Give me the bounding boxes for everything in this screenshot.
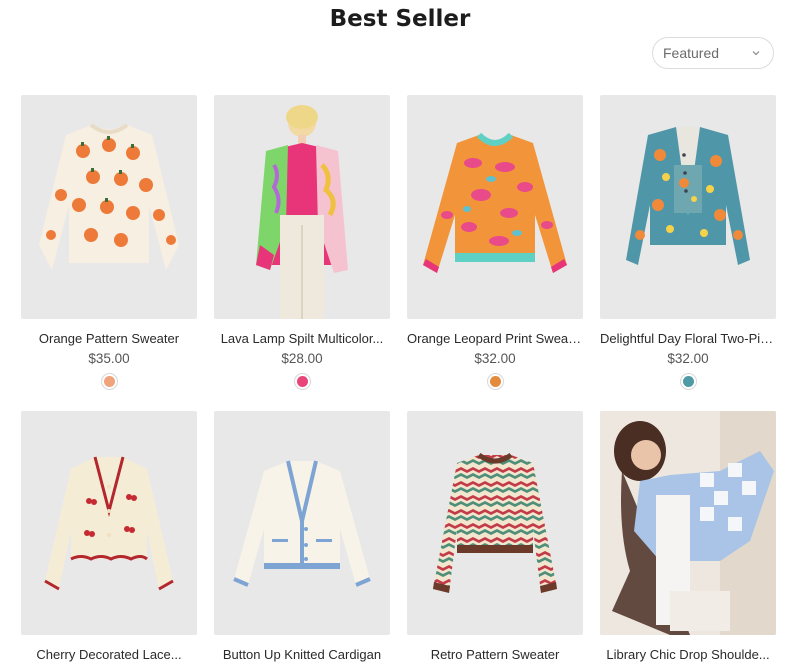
product-image[interactable]: [214, 411, 390, 635]
product-name[interactable]: Cherry Decorated Lace...: [21, 647, 197, 662]
swatch-color: [682, 376, 694, 387]
swatch-color: [103, 376, 115, 387]
product-name[interactable]: Retro Pattern Sweater: [407, 647, 583, 662]
color-swatch[interactable]: [293, 373, 311, 390]
product-image[interactable]: [214, 95, 390, 319]
product-card[interactable]: Delightful Day Floral Two-Pie... $32.00: [600, 95, 776, 390]
product-card[interactable]: Lava Lamp Spilt Multicolor... $28.00: [214, 95, 390, 390]
swatch-color: [296, 376, 308, 387]
color-swatch[interactable]: [486, 373, 504, 390]
product-card[interactable]: Button Up Knitted Cardigan: [214, 411, 390, 662]
product-image[interactable]: [21, 95, 197, 319]
product-image[interactable]: [600, 95, 776, 319]
product-card[interactable]: Cherry Decorated Lace...: [21, 411, 197, 662]
product-price: $28.00: [281, 351, 323, 366]
swatch-color: [489, 376, 501, 387]
color-swatch[interactable]: [100, 373, 118, 390]
product-price: $32.00: [474, 351, 516, 366]
product-price: $32.00: [667, 351, 709, 366]
product-card[interactable]: Orange Leopard Print Sweater $32.00: [407, 95, 583, 390]
product-price: $35.00: [88, 351, 130, 366]
product-grid: Orange Pattern Sweater $35.00 Lava Lamp …: [0, 0, 800, 667]
product-card[interactable]: Retro Pattern Sweater: [407, 411, 583, 662]
product-name[interactable]: Delightful Day Floral Two-Pie...: [600, 331, 776, 346]
product-name[interactable]: Orange Leopard Print Sweater: [407, 331, 583, 346]
product-name[interactable]: Orange Pattern Sweater: [21, 331, 197, 346]
product-card[interactable]: Orange Pattern Sweater $35.00: [21, 95, 197, 390]
color-swatch[interactable]: [679, 373, 697, 390]
product-card[interactable]: Library Chic Drop Shoulde...: [600, 411, 776, 662]
product-image[interactable]: [407, 95, 583, 319]
product-image[interactable]: [21, 411, 197, 635]
product-name[interactable]: Library Chic Drop Shoulde...: [600, 647, 776, 662]
product-image[interactable]: [600, 411, 776, 635]
product-name[interactable]: Lava Lamp Spilt Multicolor...: [214, 331, 390, 346]
product-image[interactable]: [407, 411, 583, 635]
product-name[interactable]: Button Up Knitted Cardigan: [214, 647, 390, 662]
